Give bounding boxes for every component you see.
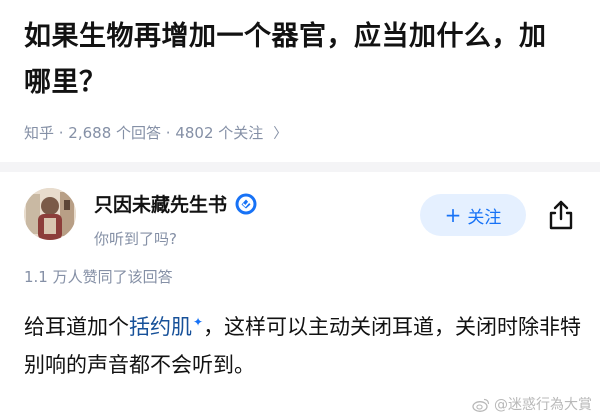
keyword-link[interactable]: 括约肌 <box>129 315 192 339</box>
answer-author: 只因未藏先生书 你听到了吗? + 关注 <box>24 188 584 250</box>
question-title-line-2: 哪里？ <box>24 67 107 98</box>
question-meta-text: 知乎 · 2,688 个回答 · 4802 个关注 <box>24 124 264 142</box>
upvote-count: 1.1 万人赞同了该回答 <box>24 268 173 286</box>
avatar[interactable] <box>24 188 76 240</box>
follow-label: 关注 <box>467 207 502 228</box>
avatar-image <box>24 188 76 240</box>
sparkle-icon: ✦ <box>193 315 204 329</box>
question-title[interactable]: 如果生物再增加一个器官，应当加什么，加 哪里？ <box>24 14 584 106</box>
author-bio: 你听到了吗? <box>94 230 177 248</box>
question-title-line-1: 如果生物再增加一个器官，应当加什么，加 <box>24 21 547 52</box>
answer-content[interactable]: 给耳道加个括约肌✦，这样可以主动关闭耳道，关闭时除非特别响的声音都不会听到。 <box>24 303 584 384</box>
author-name[interactable]: 只因未藏先生书 <box>94 190 227 217</box>
question-meta[interactable]: 知乎 · 2,688 个回答 · 4802 个关注 〉 <box>24 122 584 143</box>
answer-text-before: 给耳道加个 <box>24 315 129 339</box>
chevron-right-icon: 〉 <box>273 125 288 142</box>
verified-badge-icon <box>235 193 257 214</box>
author-name-row: 只因未藏先生书 <box>94 190 257 217</box>
weibo-icon <box>472 398 490 412</box>
follow-button[interactable]: + 关注 <box>420 194 526 236</box>
watermark: @迷惑行為大賞 <box>472 394 592 414</box>
share-icon[interactable] <box>544 198 578 232</box>
watermark-text: @迷惑行為大賞 <box>494 397 592 413</box>
plus-icon: + <box>444 203 462 227</box>
section-divider <box>0 162 600 172</box>
question-header: 如果生物再增加一个器官，应当加什么，加 哪里？ 知乎 · 2,688 个回答 ·… <box>24 14 584 143</box>
